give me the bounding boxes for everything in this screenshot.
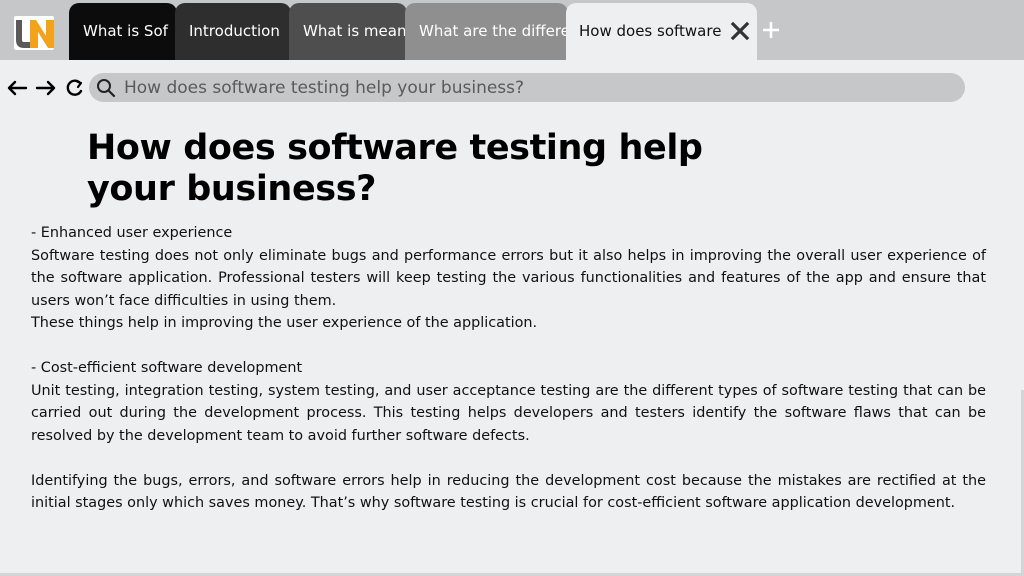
address-bar[interactable] — [89, 73, 965, 102]
section-heading-user-experience: - Enhanced user experience — [31, 225, 233, 241]
article-body: - Enhanced user experience Software test… — [31, 222, 986, 515]
paragraph-cost-reduction: Identifying the bugs, errors, and softwa… — [31, 472, 986, 512]
tab-what-is-meant[interactable]: What is meant — [289, 3, 407, 60]
tab-what-are-the-differences[interactable]: What are the differen — [405, 3, 568, 60]
page-title-line-1: How does software testing help — [87, 128, 703, 168]
address-input[interactable] — [124, 73, 944, 102]
section-heading-cost-efficient: - Cost-efficient software development — [31, 360, 303, 376]
search-icon — [96, 78, 116, 98]
paragraph-user-experience-summary: These things help in improving the user … — [31, 315, 538, 331]
paragraph-testing-types: Unit testing, integration testing, syste… — [31, 382, 986, 444]
tab-what-is-software[interactable]: What is Sof — [69, 3, 177, 60]
arrow-left-icon[interactable] — [6, 78, 28, 98]
tab-introduction[interactable]: Introduction — [175, 3, 291, 60]
arrow-right-icon[interactable] — [35, 78, 57, 98]
plus-icon[interactable] — [761, 20, 781, 40]
paragraph-user-experience: Software testing does not only eliminate… — [31, 247, 986, 309]
page-title: How does software testing help your busi… — [87, 128, 707, 210]
refresh-icon[interactable] — [64, 78, 86, 98]
tab-bar: What is Sof Introduction What is meant W… — [0, 0, 1024, 60]
page-title-line-2: your business? — [87, 169, 377, 209]
brand-logo — [10, 14, 58, 54]
close-icon[interactable] — [728, 19, 752, 43]
